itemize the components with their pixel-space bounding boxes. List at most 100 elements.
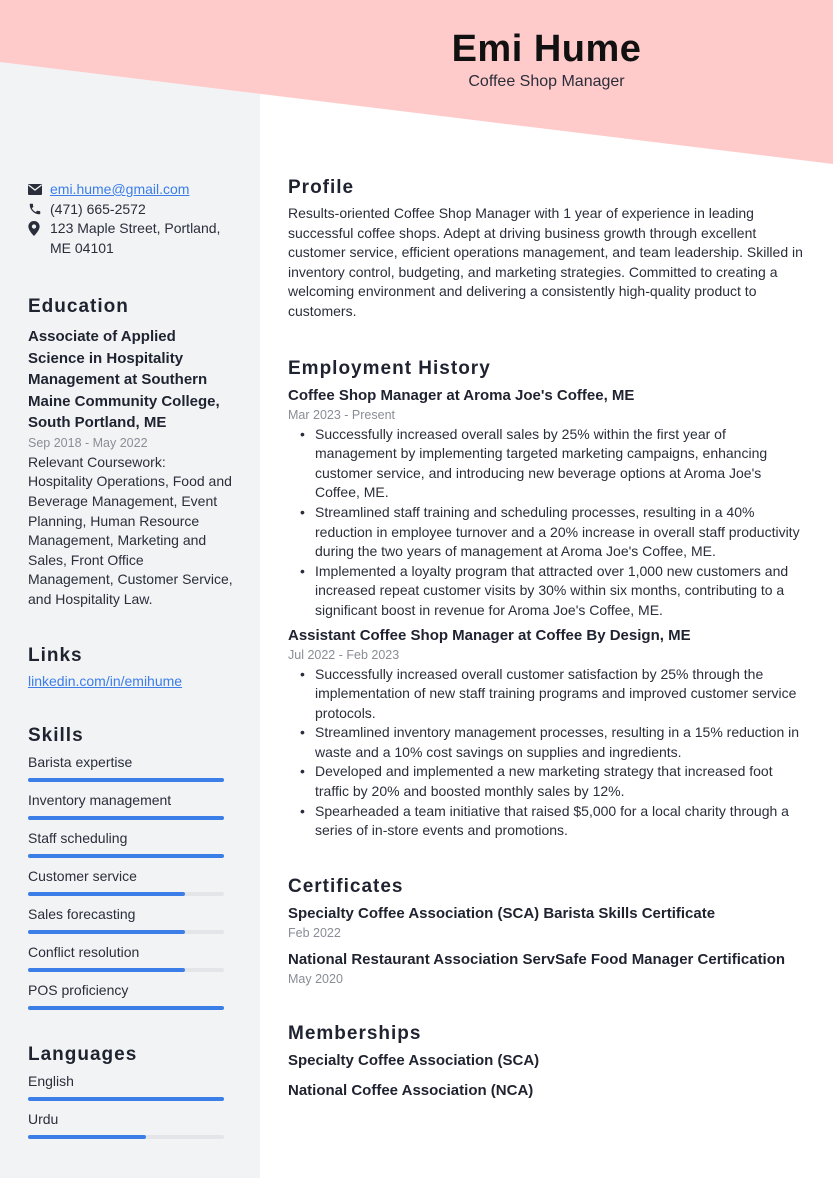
linkedin-link[interactable]: linkedin.com/in/emihume (28, 673, 182, 689)
skills-heading: Skills (28, 725, 84, 747)
skills-section: Skills Barista expertise Inventory manage… (28, 724, 233, 1011)
languages-list: English Urdu (28, 1072, 233, 1140)
skills-list: Barista expertise Inventory management Sta… (28, 753, 233, 1011)
job-title: Coffee Shop Manager (468, 73, 625, 90)
level-bar-fill (28, 854, 224, 859)
memberships-heading: Memberships (288, 1022, 422, 1044)
membership-item: National Coffee Association (NCA) (288, 1081, 534, 1099)
job-bullets: Successfully increased overall sales by … (288, 425, 803, 621)
level-bar-fill (28, 1097, 224, 1102)
certificates-list: Specialty Coffee Association (SCA) Baris… (288, 903, 803, 988)
level-bar-track (28, 1006, 224, 1011)
header: Emi Hume Coffee Shop Manager (380, 26, 713, 92)
sidebar: emi.hume@gmail.com (471) 665-2572 123 Ma… (28, 180, 233, 1148)
memberships-section: Memberships Specialty Coffee Association… (288, 1022, 803, 1101)
level-bar-fill (28, 1006, 224, 1011)
skill-label: Sales forecasting (28, 906, 136, 923)
map-pin-icon (28, 219, 50, 239)
level-bar-track (28, 854, 224, 859)
language-item: English (28, 1072, 233, 1102)
email-link[interactable]: emi.hume@gmail.com (50, 180, 189, 200)
job-entry: Coffee Shop Manager at Aroma Joe's Coffe… (288, 385, 803, 621)
phone-number: (471) 665-2572 (50, 200, 146, 217)
certificate-item: National Restaurant Association ServSafe… (288, 949, 803, 988)
skill-label: Customer service (28, 868, 137, 885)
level-bar-fill (28, 1135, 146, 1140)
links-section: Links linkedin.com/in/emihume (28, 644, 233, 692)
candidate-name: Emi Hume (451, 28, 642, 70)
job-entry-title: Assistant Coffee Shop Manager at Coffee … (288, 626, 691, 644)
job-entry-title: Coffee Shop Manager at Aroma Joe's Coffe… (288, 386, 635, 404)
education-heading: Education (28, 296, 129, 318)
level-bar-track (28, 1135, 224, 1140)
links-heading: Links (28, 644, 83, 666)
skill-item: Barista expertise (28, 753, 233, 783)
level-bar-track (28, 930, 224, 935)
job-bullet: Developed and implemented a new marketin… (300, 762, 803, 801)
level-bar-fill (28, 968, 185, 973)
contact-email: emi.hume@gmail.com (28, 180, 233, 200)
job-bullet: Streamlined inventory management process… (300, 723, 803, 762)
job-bullet: Spearheaded a team initiative that raise… (300, 802, 803, 841)
skill-label: Inventory management (28, 792, 172, 809)
membership-item: Specialty Coffee Association (SCA) (288, 1051, 540, 1069)
job-bullet: Successfully increased overall customer … (300, 665, 803, 724)
level-bar-track (28, 816, 224, 821)
job-bullet: Implemented a loyalty program that attra… (300, 562, 803, 621)
jobs-list: Coffee Shop Manager at Aroma Joe's Coffe… (288, 385, 803, 841)
certificate-date: Feb 2022 (288, 925, 341, 940)
skill-item: Sales forecasting (28, 905, 233, 935)
language-label: English (28, 1073, 74, 1090)
level-bar-fill (28, 816, 224, 821)
contact-address: 123 Maple Street, Portland, ME 04101 (28, 219, 233, 258)
memberships-list: Specialty Coffee Association (SCA) Nation… (288, 1050, 803, 1101)
phone-icon (28, 200, 50, 220)
certificate-date: May 2020 (288, 971, 343, 986)
language-label: Urdu (28, 1111, 59, 1128)
degree-title: Associate of Applied Science in Hospital… (28, 328, 220, 432)
level-bar-fill (28, 930, 185, 935)
skill-label: Conflict resolution (28, 944, 140, 961)
education-section: Education Associate of Applied Science i… (28, 295, 233, 609)
profile-section: Profile Results-oriented Coffee Shop Man… (288, 176, 803, 322)
job-entry-dates: Mar 2023 - Present (288, 407, 395, 422)
job-bullet: Streamlined staff training and schedulin… (300, 503, 803, 562)
certificates-section: Certificates Specialty Coffee Associatio… (288, 875, 803, 988)
level-bar-fill (28, 778, 224, 783)
level-bar-fill (28, 892, 185, 897)
certificate-title: National Restaurant Association ServSafe… (288, 950, 786, 968)
skill-label: Staff scheduling (28, 830, 128, 847)
certificates-heading: Certificates (288, 875, 404, 897)
skill-label: Barista expertise (28, 754, 133, 771)
languages-heading: Languages (28, 1044, 138, 1066)
job-bullet: Successfully increased overall sales by … (300, 425, 803, 503)
skill-item: Staff scheduling (28, 829, 233, 859)
profile-text: Results-oriented Coffee Shop Manager wit… (288, 205, 803, 319)
level-bar-track (28, 892, 224, 897)
level-bar-track (28, 778, 224, 783)
language-item: Urdu (28, 1110, 233, 1140)
job-entry: Assistant Coffee Shop Manager at Coffee … (288, 625, 803, 841)
job-bullets: Successfully increased overall customer … (288, 665, 803, 841)
contact-details: emi.hume@gmail.com (471) 665-2572 123 Ma… (28, 180, 233, 258)
skill-item: Inventory management (28, 791, 233, 821)
address: 123 Maple Street, Portland, ME 04101 (50, 220, 221, 256)
employment-section: Employment History Coffee Shop Manager a… (288, 357, 803, 841)
education-description: Relevant Coursework: Hospitality Operati… (28, 453, 233, 608)
employment-heading: Employment History (288, 357, 491, 379)
skill-item: Conflict resolution (28, 943, 233, 973)
profile-heading: Profile (288, 177, 355, 198)
level-bar-track (28, 1097, 224, 1102)
education-dates: Sep 2018 - May 2022 (28, 435, 148, 450)
contact-phone: (471) 665-2572 (28, 200, 233, 220)
job-entry-dates: Jul 2022 - Feb 2023 (288, 647, 400, 662)
languages-section: Languages English Urdu (28, 1043, 233, 1140)
skill-item: POS proficiency (28, 981, 233, 1011)
level-bar-track (28, 968, 224, 973)
envelope-icon (28, 180, 50, 200)
skill-item: Customer service (28, 867, 233, 897)
certificate-title: Specialty Coffee Association (SCA) Baris… (288, 904, 716, 922)
certificate-item: Specialty Coffee Association (SCA) Baris… (288, 903, 803, 942)
main-content: Profile Results-oriented Coffee Shop Man… (288, 176, 803, 1101)
skill-label: POS proficiency (28, 982, 129, 999)
